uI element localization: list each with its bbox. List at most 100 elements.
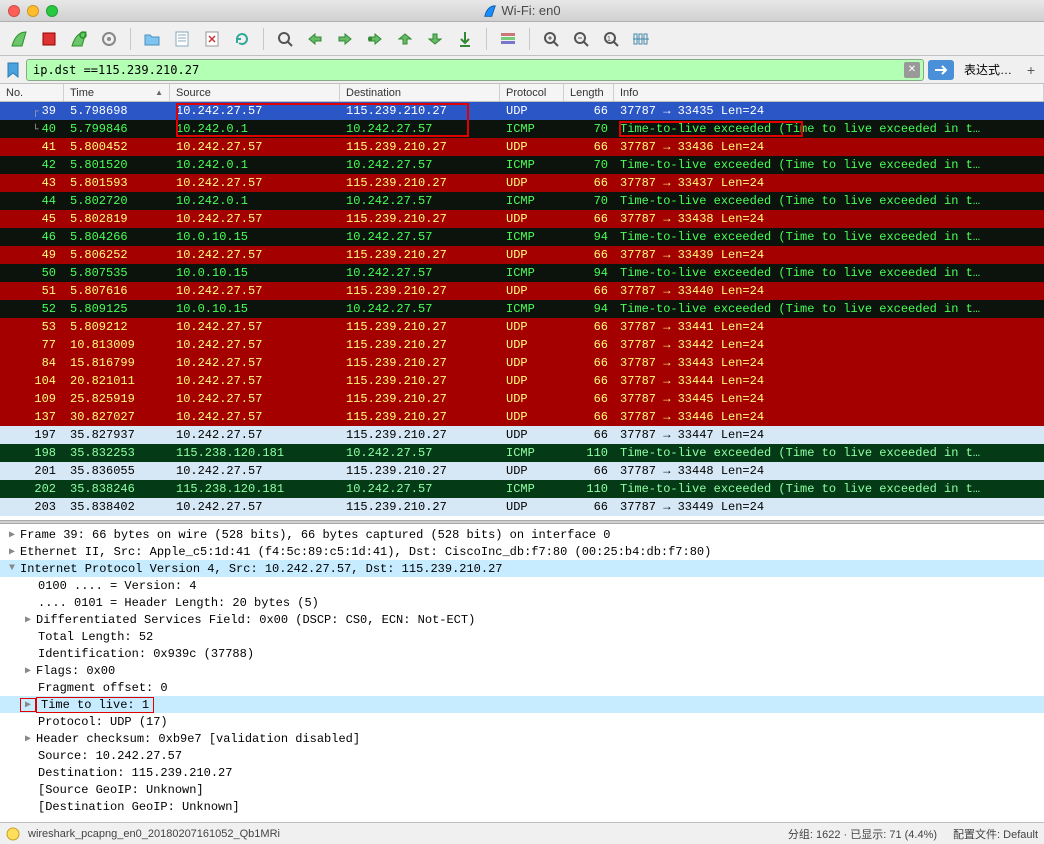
maximize-button[interactable]	[46, 5, 58, 17]
packet-row[interactable]: 13730.82702710.242.27.57115.239.210.27UD…	[0, 408, 1044, 426]
detail-ip-hdrlen[interactable]: .... 0101 = Header Length: 20 bytes (5)	[0, 594, 1044, 611]
detail-ip-fragoffset[interactable]: Fragment offset: 0	[0, 679, 1044, 696]
column-info[interactable]: Info	[614, 84, 1044, 101]
expand-icon[interactable]: ▶	[20, 698, 36, 712]
column-destination[interactable]: Destination	[340, 84, 500, 101]
detail-ethernet[interactable]: ▶Ethernet II, Src: Apple_c5:1d:41 (f4:5c…	[0, 543, 1044, 560]
close-button[interactable]	[8, 5, 20, 17]
detail-ip-src[interactable]: Source: 10.242.27.57	[0, 747, 1044, 764]
expand-icon[interactable]: ▶	[20, 614, 36, 626]
open-file-button[interactable]	[139, 26, 165, 52]
capture-options-button[interactable]	[96, 26, 122, 52]
autoscroll-button[interactable]	[452, 26, 478, 52]
detail-ip-dstgeo[interactable]: [Destination GeoIP: Unknown]	[0, 798, 1044, 815]
start-capture-button[interactable]	[6, 26, 32, 52]
packet-row[interactable]: 7710.81300910.242.27.57115.239.210.27UDP…	[0, 336, 1044, 354]
bookmark-icon[interactable]	[4, 60, 22, 80]
go-next-button[interactable]	[332, 26, 358, 52]
zoom-out-button[interactable]	[568, 26, 594, 52]
expand-icon[interactable]: ▶	[20, 665, 36, 677]
packet-row[interactable]: 525.80912510.0.10.1510.242.27.57ICMP94Ti…	[0, 300, 1044, 318]
titlebar: Wi-Fi: en0	[0, 0, 1044, 22]
packet-row[interactable]: 425.80152010.242.0.110.242.27.57ICMP70Ti…	[0, 156, 1044, 174]
status-filename: wireshark_pcapng_en0_20180207161052_Qb1M…	[28, 828, 780, 840]
column-time[interactable]: Time▲	[64, 84, 170, 101]
column-protocol[interactable]: Protocol	[500, 84, 564, 101]
detail-ip-flags[interactable]: ▶Flags: 0x00	[0, 662, 1044, 679]
packet-row[interactable]: 505.80753510.0.10.1510.242.27.57ICMP94Ti…	[0, 264, 1044, 282]
expert-info-button[interactable]	[6, 827, 20, 841]
window-title: Wi-Fi: en0	[58, 3, 986, 18]
window-controls	[8, 5, 58, 17]
packet-row[interactable]: 445.80272010.242.0.110.242.27.57ICMP70Ti…	[0, 192, 1044, 210]
save-file-button[interactable]	[169, 26, 195, 52]
toolbar-separator	[263, 28, 264, 50]
close-file-button[interactable]	[199, 26, 225, 52]
svg-text:1: 1	[607, 36, 611, 43]
packet-row[interactable]: 20135.83605510.242.27.57115.239.210.27UD…	[0, 462, 1044, 480]
expand-icon[interactable]: ▶	[4, 546, 20, 558]
status-profile[interactable]: 配置文件: Default	[953, 826, 1038, 842]
display-filter-input[interactable]	[26, 59, 924, 81]
zoom-reset-button[interactable]: 1	[598, 26, 624, 52]
collapse-icon[interactable]: ▼	[4, 563, 20, 574]
packet-row[interactable]: 455.80281910.242.27.57115.239.210.27UDP6…	[0, 210, 1044, 228]
packet-row[interactable]: 515.80761610.242.27.57115.239.210.27UDP6…	[0, 282, 1044, 300]
packet-row[interactable]: └405.79984610.242.0.110.242.27.57ICMP70T…	[0, 120, 1044, 138]
go-jump-button[interactable]	[362, 26, 388, 52]
packet-row[interactable]: 465.80426610.0.10.1510.242.27.57ICMP94Ti…	[0, 228, 1044, 246]
packet-row[interactable]: 19735.82793710.242.27.57115.239.210.27UD…	[0, 426, 1044, 444]
stop-capture-button[interactable]	[36, 26, 62, 52]
resize-columns-button[interactable]	[628, 26, 654, 52]
detail-ip-checksum[interactable]: ▶Header checksum: 0xb9e7 [validation dis…	[0, 730, 1044, 747]
status-bar: wireshark_pcapng_en0_20180207161052_Qb1M…	[0, 822, 1044, 844]
column-source[interactable]: Source	[170, 84, 340, 101]
find-button[interactable]	[272, 26, 298, 52]
packet-row[interactable]: 20335.83840210.242.27.57115.239.210.27UD…	[0, 498, 1044, 516]
toolbar-separator	[130, 28, 131, 50]
colorize-button[interactable]	[495, 26, 521, 52]
toolbar-separator	[529, 28, 530, 50]
detail-ip-protocol[interactable]: Protocol: UDP (17)	[0, 713, 1044, 730]
packet-row[interactable]: 10420.82101110.242.27.57115.239.210.27UD…	[0, 372, 1044, 390]
filter-toolbar: ✕ 表达式… +	[0, 56, 1044, 84]
detail-ip-ttl[interactable]: ▶Time to live: 1	[0, 696, 1044, 713]
zoom-in-button[interactable]	[538, 26, 564, 52]
packet-row[interactable]: 8415.81679910.242.27.57115.239.210.27UDP…	[0, 354, 1044, 372]
packet-row[interactable]: 495.80625210.242.27.57115.239.210.27UDP6…	[0, 246, 1044, 264]
minimize-button[interactable]	[27, 5, 39, 17]
detail-ip-dsfield[interactable]: ▶Differentiated Services Field: 0x00 (DS…	[0, 611, 1044, 628]
packet-row[interactable]: 19835.832253115.238.120.18110.242.27.57I…	[0, 444, 1044, 462]
detail-ip-srcgeo[interactable]: [Source GeoIP: Unknown]	[0, 781, 1044, 798]
go-prev-button[interactable]	[302, 26, 328, 52]
detail-ip-version[interactable]: 0100 .... = Version: 4	[0, 577, 1044, 594]
packet-row[interactable]: ┌395.79869810.242.27.57115.239.210.27UDP…	[0, 102, 1044, 120]
expand-icon[interactable]: ▶	[20, 733, 36, 745]
toolbar-separator	[486, 28, 487, 50]
sort-indicator-icon: ▲	[155, 88, 163, 97]
reload-button[interactable]	[229, 26, 255, 52]
detail-ip-totallen[interactable]: Total Length: 52	[0, 628, 1044, 645]
apply-filter-button[interactable]	[928, 60, 954, 80]
sharkfin-icon	[483, 4, 497, 18]
column-no[interactable]: No.	[0, 84, 64, 101]
packet-list[interactable]: ┌395.79869810.242.27.57115.239.210.27UDP…	[0, 102, 1044, 520]
clear-filter-button[interactable]: ✕	[904, 62, 920, 78]
expand-icon[interactable]: ▶	[4, 529, 20, 541]
packet-row[interactable]: 435.80159310.242.27.57115.239.210.27UDP6…	[0, 174, 1044, 192]
packet-row[interactable]: 415.80045210.242.27.57115.239.210.27UDP6…	[0, 138, 1044, 156]
detail-ip-dst[interactable]: Destination: 115.239.210.27	[0, 764, 1044, 781]
detail-frame[interactable]: ▶Frame 39: 66 bytes on wire (528 bits), …	[0, 526, 1044, 543]
packet-row[interactable]: 535.80921210.242.27.57115.239.210.27UDP6…	[0, 318, 1044, 336]
add-filter-button[interactable]: +	[1022, 61, 1040, 79]
expression-button[interactable]: 表达式…	[958, 60, 1018, 80]
detail-ip-id[interactable]: Identification: 0x939c (37788)	[0, 645, 1044, 662]
detail-ip[interactable]: ▼Internet Protocol Version 4, Src: 10.24…	[0, 560, 1044, 577]
go-first-button[interactable]	[392, 26, 418, 52]
column-length[interactable]: Length	[564, 84, 614, 101]
go-last-button[interactable]	[422, 26, 448, 52]
packet-details[interactable]: ▶Frame 39: 66 bytes on wire (528 bits), …	[0, 524, 1044, 822]
packet-row[interactable]: 10925.82591910.242.27.57115.239.210.27UD…	[0, 390, 1044, 408]
packet-row[interactable]: 20235.838246115.238.120.18110.242.27.57I…	[0, 480, 1044, 498]
restart-capture-button[interactable]	[66, 26, 92, 52]
